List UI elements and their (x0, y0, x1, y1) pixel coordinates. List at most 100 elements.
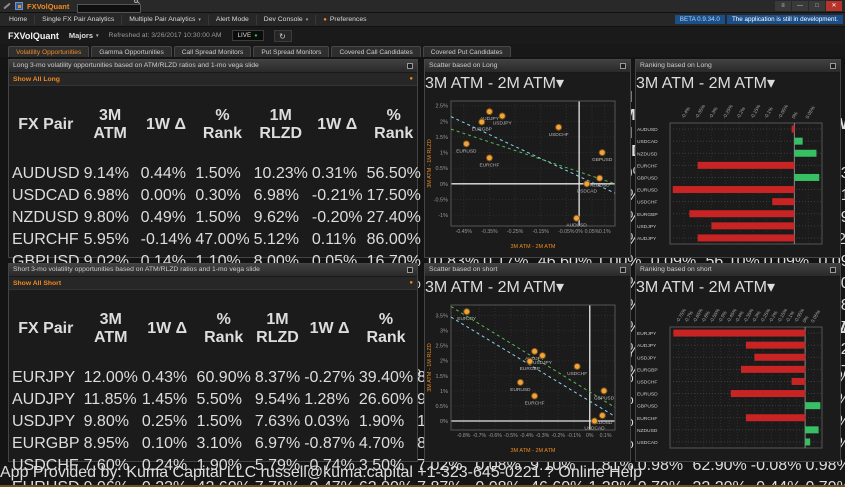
chart-toolbar: 3M ATM - 2M ATM▾ (425, 277, 630, 297)
panel-checkbox[interactable] (407, 267, 413, 273)
value-cell: 42.60% (196, 478, 252, 485)
fx-pair-cell: AUDUSD (12, 165, 80, 182)
panel-checkbox[interactable] (830, 63, 836, 69)
value-cell: 1.45% (141, 391, 188, 408)
column-header[interactable]: 1M RLZD (253, 88, 309, 162)
value-cell: 9.62% (253, 209, 299, 226)
chevron-down-icon: ▾ (305, 16, 309, 23)
column-header[interactable]: 1M RLZD (254, 292, 301, 366)
pin-icon[interactable] (3, 2, 11, 10)
value-cell: 9.80% (83, 209, 129, 226)
column-header[interactable]: 1W Δ (303, 292, 356, 366)
short-opportunities-panel: Short 3-mo volatility opportunities base… (8, 263, 845, 485)
ranking-bar (672, 186, 795, 194)
y-axis-label: 3M ATM - 1M RLZD (427, 343, 433, 392)
svg-text:-0.8%: -0.8% (457, 433, 471, 439)
value-cell: 11.85% (83, 391, 137, 408)
panel-checkbox[interactable] (830, 267, 836, 273)
ranking-bar (697, 234, 795, 242)
panel-title: Scatter based on short (429, 266, 498, 273)
panel-title: Ranking based on short (640, 266, 712, 273)
category-label: EURGBP (637, 367, 658, 373)
svg-text:-0.4%: -0.4% (680, 106, 692, 120)
refreshed-timestamp: Refreshed at: 3/26/2017 10:30:00 AM (108, 32, 222, 39)
column-header[interactable]: FX Pair (11, 292, 81, 366)
category-label: EURUSD (637, 392, 658, 398)
scatter-point: EURUSD (510, 378, 531, 393)
show-all-short-header[interactable]: Show All Short ● (9, 277, 417, 290)
svg-text:0.5%: 0.5% (435, 404, 448, 410)
svg-text:-0.25%: -0.25% (722, 103, 735, 120)
tab-call-spread-monitors[interactable]: Call Spread Monitors (173, 46, 252, 57)
live-toggle[interactable]: LIVE ● (231, 30, 264, 41)
search-icon[interactable] (134, 0, 139, 3)
chevron-down-icon: ▾ (555, 75, 564, 92)
value-cell: 62.90% (358, 478, 414, 485)
ranking-bar (794, 137, 803, 145)
minimize-button[interactable]: — (792, 1, 808, 11)
maximize-button[interactable]: □ (809, 1, 825, 11)
column-header[interactable]: FX Pair (11, 88, 81, 162)
pair-group-dropdown[interactable]: Majors ▾ (69, 31, 99, 40)
menu-item-home[interactable]: Home (2, 14, 36, 25)
metric-dropdown[interactable]: 3M ATM - 2M ATM▾ (425, 279, 564, 296)
fx-pair-cell: EURCHF (12, 231, 79, 248)
chevron-down-icon: ▾ (555, 279, 564, 296)
column-header[interactable]: % Rank (366, 88, 422, 162)
search-input[interactable] (77, 4, 142, 13)
table-row[interactable]: EURUSD9.06%0.23%42.60%7.78%-0.47%62.90%7… (11, 478, 845, 485)
menu-item-multiple-pair[interactable]: Multiple Pair Analytics ▾ (122, 14, 209, 25)
tab-put-spread-monitors[interactable]: Put Spread Monitors (253, 46, 330, 57)
svg-text:USDCAD: USDCAD (577, 188, 598, 194)
value-cell: 6.97% (254, 435, 301, 452)
show-all-long-header[interactable]: Show All Long ● (9, 73, 417, 86)
column-header[interactable]: % Rank (194, 88, 250, 162)
menu-item-alert-mode[interactable]: Alert Mode (209, 14, 257, 25)
tab-volatility-opportunities[interactable]: Volatility Opportunities (8, 46, 90, 57)
value-cell: 10.23% (253, 165, 308, 182)
value-cell: 8.37% (254, 369, 301, 386)
column-header[interactable]: 3M ATM (83, 292, 139, 366)
tab-covered-call-candidates[interactable]: Covered Call Candidates (331, 46, 421, 57)
value-cell: 5.79% (254, 457, 301, 474)
category-label: EURUSD (637, 188, 658, 194)
value-cell: 1.50% (195, 209, 241, 226)
column-header[interactable]: 1W Δ (140, 88, 193, 162)
tab-gamma-opportunities[interactable]: Gamma Opportunities (91, 46, 172, 57)
column-header[interactable]: 1W Δ (141, 292, 194, 366)
scatter-short-panel: Scatter based on short 3M ATM - 2M ATM▾ … (424, 263, 631, 462)
svg-text:EURJPY: EURJPY (457, 316, 477, 322)
close-button[interactable]: ✕ (826, 1, 842, 11)
tab-covered-put-candidates[interactable]: Covered Put Candidates (422, 46, 511, 57)
menu-item-single-fx[interactable]: Single FX Pair Analytics (35, 14, 123, 25)
value-cell: 1.90% (196, 457, 242, 474)
scatter-plot: 3.5% 3% 2.5% 2% 1.5% 1% 0.5% 0% -0.8% -0.7% -0.6% -… (425, 297, 630, 459)
column-header[interactable]: 3M ATM (83, 88, 138, 162)
category-label: EURCHF (637, 163, 657, 169)
metric-dropdown[interactable]: 3M ATM - 2M ATM▾ (636, 279, 775, 296)
panel-checkbox[interactable] (620, 63, 626, 69)
panel-checkbox[interactable] (407, 63, 413, 69)
x-axis-label: 3M ATM - 2M ATM (510, 244, 555, 250)
column-header[interactable]: % Rank (358, 292, 414, 366)
category-label: AUDUSD (637, 127, 658, 133)
svg-text:-0.7%: -0.7% (473, 433, 487, 439)
metric-dropdown[interactable]: 3M ATM - 2M ATM▾ (425, 75, 564, 92)
menu-item-preferences[interactable]: ● Preferences (316, 15, 373, 25)
metric-dropdown[interactable]: 3M ATM - 2M ATM▾ (636, 75, 775, 92)
column-header[interactable]: % Rank (196, 292, 252, 366)
ranking-bar (730, 390, 806, 398)
panel-checkbox[interactable] (620, 267, 626, 273)
svg-text:0%: 0% (440, 182, 448, 188)
menu-item-dev-console[interactable]: Dev Console ▾ (257, 14, 317, 25)
category-label: GBPUSD (637, 404, 658, 410)
fx-pair-cell: NZDUSD (12, 209, 79, 226)
window-menu-icon[interactable]: ≡ (775, 1, 791, 11)
column-header[interactable]: 1W Δ (311, 88, 364, 162)
scatter-long-panel: Scatter based on Long 3M ATM - 2M ATM▾ 2… (424, 59, 631, 258)
ranking-bar (794, 149, 817, 157)
refresh-button[interactable]: ↻ (273, 29, 292, 42)
value-cell: 1.28% (587, 478, 634, 485)
chevron-down-icon: ▾ (198, 16, 201, 23)
value-cell: 1.90% (358, 413, 405, 430)
